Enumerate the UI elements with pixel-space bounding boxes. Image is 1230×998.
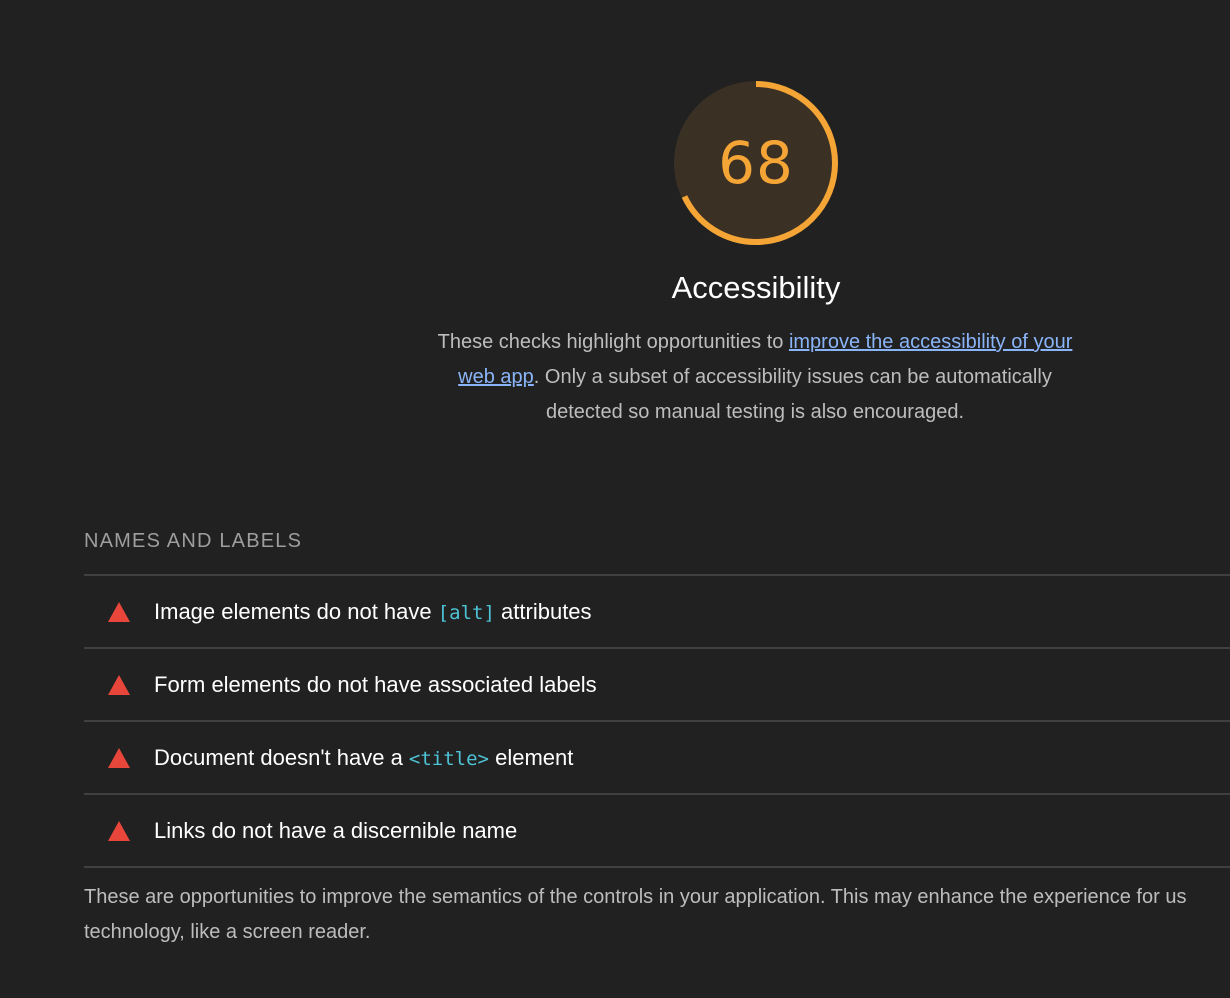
warning-triangle-icon — [108, 602, 130, 622]
description-text-end: . Only a subset of accessibility issues … — [533, 366, 1052, 423]
warning-triangle-icon — [108, 821, 130, 841]
warning-triangle-icon — [108, 675, 130, 695]
code-snippet: [alt] — [437, 602, 495, 624]
category-title: Accessibility — [671, 270, 841, 305]
score-gauge: 68 — [672, 79, 840, 247]
audit-document-title[interactable]: Document doesn't have a <title> element — [84, 722, 1230, 795]
audit-form-labels[interactable]: Form elements do not have associated lab… — [84, 649, 1230, 722]
description-text-start: These checks highlight opportunities to — [437, 331, 789, 353]
audit-link-name[interactable]: Links do not have a discernible name — [84, 795, 1230, 868]
audit-title: Links do not have a discernible name — [154, 818, 518, 843]
group-title: NAMES AND LABELS — [84, 530, 303, 552]
score-value: 68 — [718, 129, 794, 197]
warning-triangle-icon — [108, 748, 130, 768]
audit-list: Image elements do not have [alt] attribu… — [84, 574, 1230, 868]
category-description: These checks highlight opportunities to … — [420, 325, 1090, 430]
audit-title: Form elements do not have associated lab… — [154, 672, 597, 697]
audit-title: Document doesn't have a <title> element — [154, 745, 574, 770]
group-description: These are opportunities to improve the s… — [84, 880, 1230, 950]
audit-image-alt[interactable]: Image elements do not have [alt] attribu… — [84, 576, 1230, 649]
code-snippet: <title> — [408, 748, 489, 770]
audit-title: Image elements do not have [alt] attribu… — [154, 599, 592, 624]
lighthouse-report: 68 Accessibility These checks highlight … — [0, 0, 1230, 998]
group-description-line-1: These are opportunities to improve the s… — [84, 886, 1187, 908]
group-description-line-2: technology, like a screen reader. — [84, 921, 371, 943]
